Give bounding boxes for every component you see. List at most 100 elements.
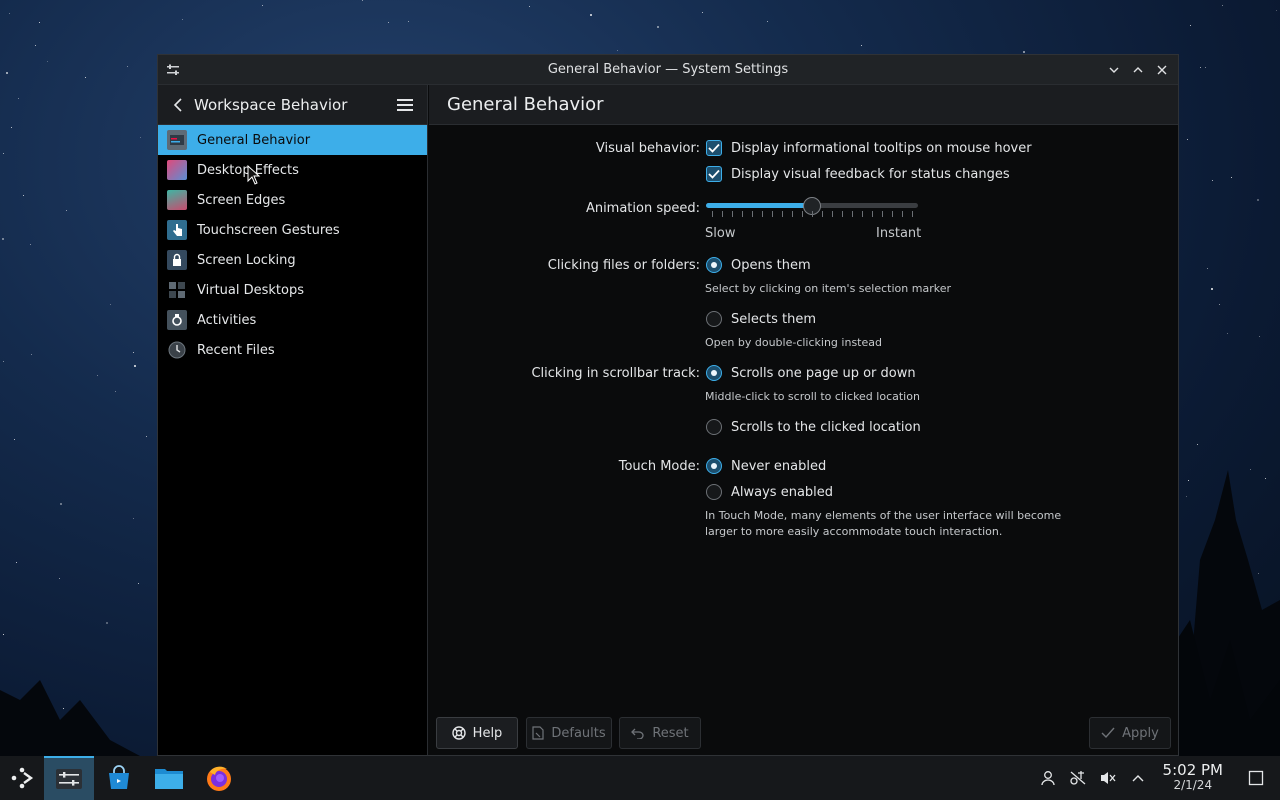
activities-icon	[167, 310, 187, 330]
touch-never-radio-row[interactable]: Never enabled	[706, 458, 826, 474]
document-defaults-icon	[532, 726, 544, 740]
sidebar-item-general-behavior[interactable]: General Behavior	[158, 125, 427, 155]
slider-tick	[862, 211, 863, 217]
sidebar-item-recent-files[interactable]: Recent Files	[158, 335, 427, 365]
show-desktop-button[interactable]	[1242, 764, 1270, 792]
network-status-button[interactable]	[1064, 764, 1092, 792]
slider-tick	[802, 211, 803, 217]
slider-tick	[822, 211, 823, 217]
chevron-down-icon	[1109, 67, 1119, 73]
sidebar-item-virtual-desktops[interactable]: Virtual Desktops	[158, 275, 427, 305]
taskbar-system-settings[interactable]	[44, 756, 94, 800]
taskbar-dolphin[interactable]	[144, 756, 194, 800]
slider-tick	[712, 211, 713, 217]
chevron-up-icon	[1133, 67, 1143, 73]
checkmark-icon	[708, 143, 720, 153]
feedback-checkbox-row[interactable]: Display visual feedback for status chang…	[706, 166, 1010, 182]
opens-them-radio[interactable]	[706, 257, 722, 273]
slider-tick	[882, 211, 883, 217]
system-settings-icon	[56, 769, 82, 789]
back-button[interactable]	[168, 95, 188, 115]
slider-tick	[742, 211, 743, 217]
slider-tick	[872, 211, 873, 217]
selects-them-hint: Open by double-clicking instead	[705, 336, 882, 349]
touch-never-label: Never enabled	[731, 458, 827, 474]
help-button[interactable]: Help	[436, 717, 518, 749]
folder-icon	[155, 769, 183, 789]
user-switcher-button[interactable]	[1034, 764, 1062, 792]
sidebar-item-screen-locking[interactable]: Screen Locking	[158, 245, 427, 275]
selects-them-label: Selects them	[731, 311, 817, 327]
close-button[interactable]	[1152, 60, 1172, 80]
screen-locking-icon	[167, 250, 187, 270]
apply-button-label: Apply	[1122, 725, 1159, 741]
tooltips-checkbox[interactable]	[706, 140, 722, 156]
taskbar-discover[interactable]	[94, 756, 144, 800]
sidebar-item-label: Touchscreen Gestures	[197, 222, 340, 238]
touch-always-radio-row[interactable]: Always enabled	[706, 484, 833, 500]
window-titlebar[interactable]: General Behavior — System Settings	[158, 55, 1178, 85]
sidebar-item-desktop-effects[interactable]: Desktop Effects	[158, 155, 427, 185]
application-launcher-button[interactable]	[0, 756, 44, 800]
system-tray: 5:02 PM 2/1/24	[1033, 756, 1280, 800]
opens-them-radio-row[interactable]: Opens them	[706, 257, 811, 273]
slider-tick	[722, 211, 723, 217]
sidebar-item-label: Screen Edges	[197, 192, 286, 208]
scroll-location-radio-row[interactable]: Scrolls to the clicked location	[706, 419, 921, 435]
mouse-cursor-icon	[247, 165, 261, 185]
slider-tick	[792, 211, 793, 217]
system-settings-window: General Behavior — System Settings Works…	[157, 54, 1179, 756]
taskbar-firefox[interactable]	[194, 756, 244, 800]
slider-tick	[772, 211, 773, 217]
firefox-icon	[207, 766, 231, 791]
touch-always-radio[interactable]	[706, 484, 722, 500]
scroll-page-radio-row[interactable]: Scrolls one page up or down	[706, 365, 916, 381]
sidebar-item-activities[interactable]: Activities	[158, 305, 427, 335]
scroll-page-radio[interactable]	[706, 365, 722, 381]
volume-button[interactable]	[1094, 764, 1122, 792]
show-desktop-icon	[1248, 770, 1264, 786]
apply-button[interactable]: Apply	[1089, 717, 1171, 749]
tray-expand-button[interactable]	[1124, 764, 1152, 792]
defaults-button[interactable]: Defaults	[526, 717, 612, 749]
sidebar-item-label: Activities	[197, 312, 257, 328]
selects-them-radio-row[interactable]: Selects them	[706, 311, 816, 327]
scroll-page-label: Scrolls one page up or down	[731, 365, 916, 381]
reset-button-label: Reset	[652, 725, 689, 741]
slider-tick	[752, 211, 753, 217]
sidebar-item-touchscreen-gestures[interactable]: Touchscreen Gestures	[158, 215, 427, 245]
minimize-button[interactable]	[1104, 60, 1124, 80]
app-launcher-icon	[11, 767, 34, 789]
chevron-left-icon	[173, 97, 182, 112]
general-behavior-icon	[167, 130, 187, 150]
digital-clock[interactable]: 5:02 PM 2/1/24	[1163, 763, 1223, 793]
visual-behavior-label: Visual behavior:	[595, 141, 700, 156]
scrollbar-track-label: Clicking in scrollbar track:	[531, 366, 700, 381]
touch-mode-label: Touch Mode:	[618, 459, 700, 474]
sidebar-item-label: Screen Locking	[197, 252, 296, 268]
touch-never-radio[interactable]	[706, 458, 722, 474]
selects-them-radio[interactable]	[706, 311, 722, 327]
slider-fill	[706, 203, 812, 208]
checkmark-icon	[708, 169, 720, 179]
page-title: General Behavior	[429, 85, 1178, 125]
slider-tick	[762, 211, 763, 217]
slider-tick	[812, 211, 813, 217]
sidebar-item-screen-edges[interactable]: Screen Edges	[158, 185, 427, 215]
window-title: General Behavior — System Settings	[547, 62, 789, 77]
reset-button[interactable]: Reset	[619, 717, 701, 749]
tooltips-checkbox-row[interactable]: Display informational tooltips on mouse …	[706, 140, 1032, 156]
feedback-checkbox[interactable]	[706, 166, 722, 182]
slider-tick	[902, 211, 903, 217]
animation-speed-slider[interactable]	[706, 197, 918, 221]
system-settings-app-icon	[166, 63, 180, 77]
hamburger-menu-button[interactable]	[393, 93, 417, 117]
clock-date: 2/1/24	[1173, 778, 1213, 792]
maximize-button[interactable]	[1128, 60, 1148, 80]
scroll-location-radio[interactable]	[706, 419, 722, 435]
scroll-location-label: Scrolls to the clicked location	[731, 419, 921, 435]
discover-store-icon	[109, 765, 129, 789]
sidebar-item-label: Virtual Desktops	[197, 282, 304, 298]
virtual-desktops-icon	[167, 280, 187, 300]
sidebar-item-label: Recent Files	[197, 342, 275, 358]
